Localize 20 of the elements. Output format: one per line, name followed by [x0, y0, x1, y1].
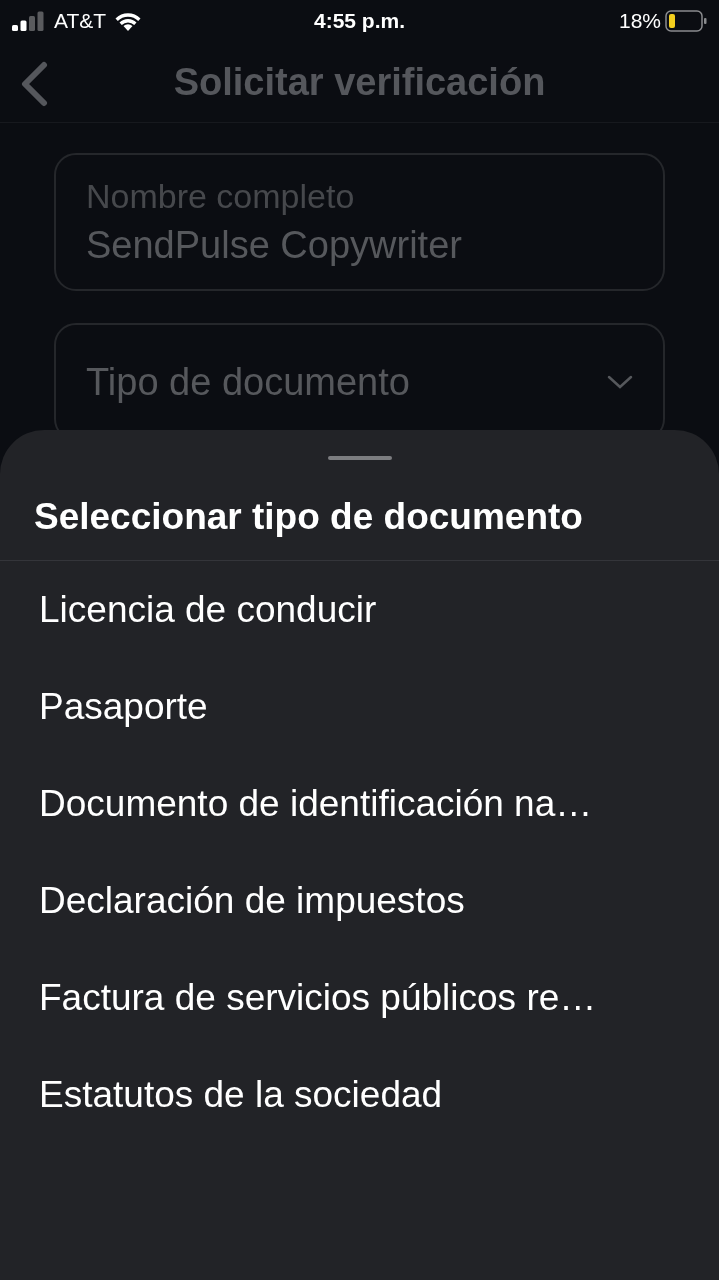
select-placeholder: Tipo de documento — [86, 360, 410, 404]
status-time: 4:55 p.m. — [313, 9, 405, 33]
document-option[interactable]: Pasaporte — [0, 658, 719, 755]
document-option[interactable]: Factura de servicios públicos re… — [0, 949, 719, 1046]
field-value: SendPulse Copywriter — [86, 224, 463, 267]
document-option[interactable]: Estatutos de la sociedad — [0, 1046, 719, 1143]
signal-icon — [12, 11, 46, 31]
chevron-down-icon — [607, 375, 633, 389]
battery-percent: 18% — [618, 9, 661, 33]
sheet-title: Seleccionar tipo de documento — [0, 460, 719, 561]
carrier-name: AT&T — [54, 9, 107, 33]
document-option[interactable]: Documento de identificación na… — [0, 755, 719, 852]
drag-handle[interactable] — [327, 456, 392, 460]
page-title: Solicitar verificación — [173, 60, 546, 104]
wifi-icon — [114, 11, 143, 31]
field-label: Nombre completo — [86, 177, 356, 216]
document-option[interactable]: Declaración de impuestos — [0, 852, 719, 949]
back-icon — [19, 61, 49, 107]
document-option[interactable]: Licencia de conducir — [0, 561, 719, 658]
battery-icon — [665, 10, 707, 32]
